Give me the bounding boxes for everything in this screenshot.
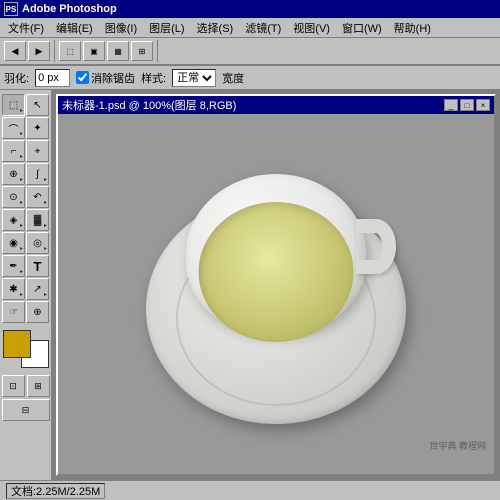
tool-row-9: ✱▸ ↗▸ <box>2 278 49 300</box>
heal-tool-btn[interactable]: ⊕▸ <box>2 163 25 185</box>
path-select-btn[interactable]: ↗▸ <box>26 278 49 300</box>
marquee-tool-btn[interactable]: ⬚▸ <box>2 94 25 116</box>
menu-layer[interactable]: 图层(L) <box>143 18 190 38</box>
menu-view[interactable]: 视图(V) <box>287 18 336 38</box>
toolbox: ⬚▸ ↖ ⌒▸ ✦ ⌐▸ ⌖ ⊕▸ ∫▸ ⊙▸ ↶▸ ◈▸ ▓▸ ◉▸ <box>0 90 52 480</box>
menu-file[interactable]: 文件(F) <box>2 18 50 38</box>
menu-help[interactable]: 帮助(H) <box>388 18 437 38</box>
tool-row-3: ⌐▸ ⌖ <box>2 140 49 162</box>
menu-filter[interactable]: 滤镜(T) <box>239 18 287 38</box>
watermark: 世宇典 教程网 <box>429 439 486 452</box>
view-btn-3[interactable]: ▦ <box>107 41 129 61</box>
options-bar: 羽化: 消除锯齿 样式: 正常 宽度 <box>0 66 500 90</box>
menu-image[interactable]: 图像(I) <box>99 18 143 38</box>
app-title: Adobe Photoshop <box>22 3 117 15</box>
tool-row-1: ⬚▸ ↖ <box>2 94 49 116</box>
menu-edit[interactable]: 编辑(E) <box>50 18 99 38</box>
document-canvas: 世宇典 教程网 <box>58 114 494 474</box>
document-title-bar: 未标器-1.psd @ 100%(图层 8,RGB) _ □ × <box>58 96 494 114</box>
width-label: 宽度 <box>222 70 244 86</box>
text-tool-btn[interactable]: T <box>26 255 49 277</box>
cup-body <box>186 174 366 334</box>
document-controls: _ □ × <box>444 99 490 111</box>
document-window: 未标器-1.psd @ 100%(图层 8,RGB) _ □ × <box>56 94 496 476</box>
tea-surface <box>199 202 354 342</box>
standard-mode-btn[interactable]: ⊞ <box>27 375 50 397</box>
tool-row-8: ✒▸ T <box>2 255 49 277</box>
antialias-checkbox-label[interactable]: 消除锯齿 <box>76 70 135 86</box>
toolbar: ◀ ▶ ⬚ ▣ ▦ ⊞ <box>0 38 500 66</box>
move-tool-btn[interactable]: ↖ <box>26 94 49 116</box>
tool-row-2: ⌒▸ ✦ <box>2 117 49 139</box>
view-btn-1[interactable]: ⬚ <box>59 41 81 61</box>
doc-close-btn[interactable]: × <box>476 99 490 111</box>
tool-row-10: ☞ ⊕ <box>2 301 49 323</box>
canvas-area: 未标器-1.psd @ 100%(图层 8,RGB) _ □ × <box>52 90 500 480</box>
cup-scene <box>136 154 416 434</box>
tool-row-5: ⊙▸ ↶▸ <box>2 186 49 208</box>
tool-row-7: ◉▸ ◎▸ <box>2 232 49 254</box>
menu-bar: 文件(F) 编辑(E) 图像(I) 图层(L) 选择(S) 滤镜(T) 视图(V… <box>0 18 500 38</box>
antialias-label: 消除锯齿 <box>91 70 135 86</box>
tool-row-6: ◈▸ ▓▸ <box>2 209 49 231</box>
stamp-tool-btn[interactable]: ⊙▸ <box>2 186 25 208</box>
brush-tool-btn[interactable]: ∫▸ <box>26 163 49 185</box>
pen-tool-btn[interactable]: ✒▸ <box>2 255 25 277</box>
back-button[interactable]: ◀ <box>4 41 26 61</box>
tool-row-4: ⊕▸ ∫▸ <box>2 163 49 185</box>
toolbar-view-group: ⬚ ▣ ▦ ⊞ <box>59 40 158 62</box>
doc-info-section: 文档:2.25M/2.25M <box>6 483 105 499</box>
doc-info: 文档:2.25M/2.25M <box>11 483 100 499</box>
zoom-tool-btn[interactable]: ⊕ <box>26 301 49 323</box>
fill-tool-btn[interactable]: ▓▸ <box>26 209 49 231</box>
view-btn-2[interactable]: ▣ <box>83 41 105 61</box>
toolbar-nav-group: ◀ ▶ <box>4 40 55 62</box>
app-icon: PS <box>4 2 18 16</box>
menu-window[interactable]: 窗口(W) <box>336 18 388 38</box>
feather-label: 羽化: <box>4 70 29 86</box>
doc-maximize-btn[interactable]: □ <box>460 99 474 111</box>
color-swatches <box>3 330 49 368</box>
hand-tool-btn[interactable]: ☞ <box>2 301 25 323</box>
blur-tool-btn[interactable]: ◉▸ <box>2 232 25 254</box>
antialias-checkbox[interactable] <box>76 71 89 84</box>
eraser-tool-btn[interactable]: ◈▸ <box>2 209 25 231</box>
main-area: ⬚▸ ↖ ⌒▸ ✦ ⌐▸ ⌖ ⊕▸ ∫▸ ⊙▸ ↶▸ ◈▸ ▓▸ ◉▸ <box>0 90 500 480</box>
foreground-color-swatch[interactable] <box>3 330 31 358</box>
slice-tool-btn[interactable]: ⌖ <box>26 140 49 162</box>
feather-input[interactable] <box>35 69 70 87</box>
view-btn-4[interactable]: ⊞ <box>131 41 153 61</box>
lasso-tool-btn[interactable]: ⌒▸ <box>2 117 25 139</box>
menu-select[interactable]: 选择(S) <box>191 18 240 38</box>
title-bar: PS Adobe Photoshop <box>0 0 500 18</box>
crop-tool-btn[interactable]: ⌐▸ <box>2 140 25 162</box>
forward-button[interactable]: ▶ <box>28 41 50 61</box>
status-bar: 文档:2.25M/2.25M <box>0 480 500 500</box>
history-btn[interactable]: ↶▸ <box>26 186 49 208</box>
quick-mask-btn[interactable]: ⊡ <box>2 375 25 397</box>
style-label: 样式: <box>141 70 166 86</box>
document-title: 未标器-1.psd @ 100%(图层 8,RGB) <box>62 97 236 113</box>
screen-mode-btn[interactable]: ⊟ <box>2 399 50 421</box>
dodge-tool-btn[interactable]: ◎▸ <box>26 232 49 254</box>
style-select[interactable]: 正常 <box>172 69 216 87</box>
magic-wand-btn[interactable]: ✦ <box>26 117 49 139</box>
cup-handle <box>356 219 396 274</box>
shape-tool-btn[interactable]: ✱▸ <box>2 278 25 300</box>
doc-minimize-btn[interactable]: _ <box>444 99 458 111</box>
